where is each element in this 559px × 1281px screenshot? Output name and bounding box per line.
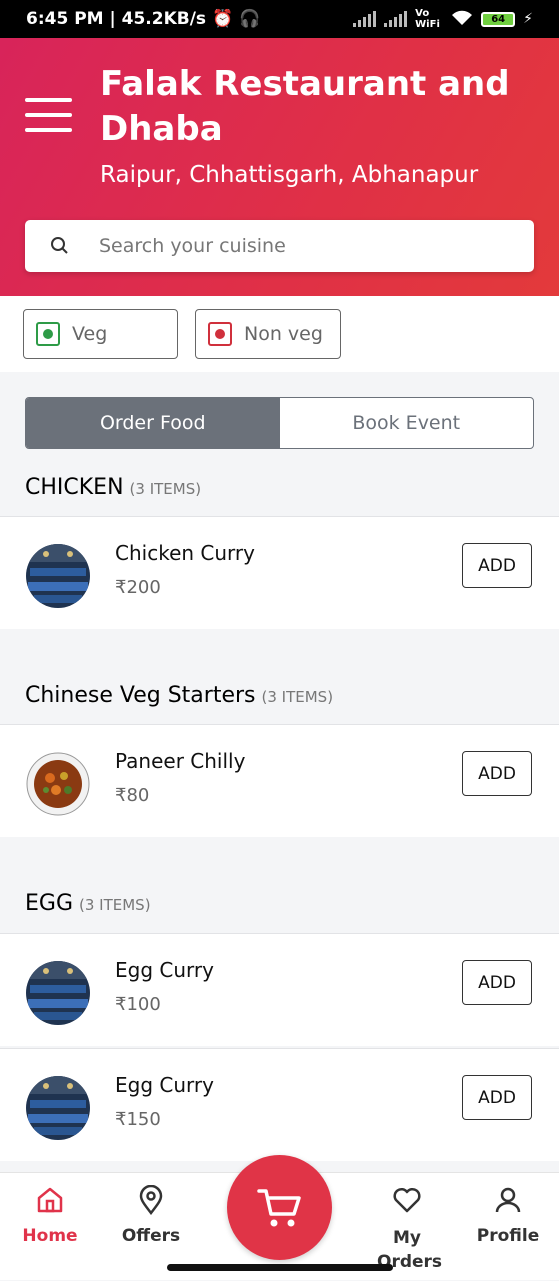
list-item: Egg Curry ₹100 ADD bbox=[0, 933, 559, 1046]
category-count: (3 ITEMS) bbox=[261, 688, 334, 706]
add-button[interactable]: ADD bbox=[462, 960, 532, 1005]
nonveg-filter-label: Non veg bbox=[244, 323, 323, 345]
veg-filter-label: Veg bbox=[72, 323, 108, 345]
search-bar[interactable] bbox=[25, 220, 534, 272]
home-icon bbox=[37, 1187, 63, 1213]
category-title: CHICKEN (3 ITEMS) bbox=[25, 475, 201, 500]
nonveg-filter[interactable]: Non veg bbox=[195, 309, 341, 359]
list-item: Paneer Chilly ₹80 ADD bbox=[0, 724, 559, 837]
nav-offers-label: Offers bbox=[121, 1226, 181, 1246]
search-input[interactable] bbox=[99, 235, 499, 257]
wifi-icon bbox=[451, 10, 473, 29]
cart-button[interactable] bbox=[227, 1155, 332, 1260]
status-bar: 6:45 PM | 45.2KB/s ⏰ 🎧 Vo WiFi 64 ⚡ bbox=[0, 0, 559, 38]
nav-offers[interactable]: Offers bbox=[101, 1184, 201, 1246]
list-item: Chicken Curry ₹200 ADD bbox=[0, 516, 559, 629]
home-indicator bbox=[167, 1264, 393, 1271]
add-button[interactable]: ADD bbox=[462, 751, 532, 796]
food-image bbox=[26, 544, 90, 608]
nav-profile-label: Profile bbox=[476, 1226, 540, 1246]
nav-home-label: Home bbox=[22, 1226, 78, 1246]
food-image bbox=[26, 1076, 90, 1140]
diet-filters: Veg Non veg bbox=[0, 296, 559, 372]
charging-icon: ⚡ bbox=[523, 11, 533, 27]
restaurant-name: Falak Restaurant and Dhaba bbox=[100, 64, 510, 149]
add-button[interactable]: ADD bbox=[462, 1075, 532, 1120]
add-button[interactable]: ADD bbox=[462, 543, 532, 588]
category-name: EGG bbox=[25, 891, 73, 916]
item-price: ₹100 bbox=[115, 994, 161, 1015]
tab-book-event[interactable]: Book Event bbox=[280, 398, 534, 448]
item-name: Egg Curry bbox=[115, 958, 214, 982]
signal-icon-2 bbox=[384, 11, 408, 27]
search-icon bbox=[25, 236, 95, 256]
category-count: (3 ITEMS) bbox=[79, 896, 151, 914]
restaurant-header: Falak Restaurant and Dhaba Raipur, Chhat… bbox=[0, 38, 559, 296]
heart-icon bbox=[393, 1187, 421, 1213]
item-price: ₹80 bbox=[115, 785, 150, 806]
cart-icon bbox=[256, 1188, 301, 1226]
category-name: CHICKEN bbox=[25, 475, 124, 500]
food-image bbox=[26, 752, 90, 816]
veg-icon bbox=[36, 322, 60, 346]
tab-order-food[interactable]: Order Food bbox=[26, 398, 280, 448]
headphones-icon: 🎧 bbox=[239, 9, 261, 29]
signal-icon bbox=[353, 11, 377, 27]
category-name: Chinese Veg Starters bbox=[25, 683, 256, 708]
item-name: Chicken Curry bbox=[115, 541, 255, 565]
nav-profile[interactable]: Profile bbox=[458, 1185, 558, 1246]
food-image bbox=[26, 961, 90, 1025]
battery-icon: 64 bbox=[481, 11, 516, 27]
category-count: (3 ITEMS) bbox=[129, 480, 202, 498]
list-item: Egg Curry ₹150 ADD bbox=[0, 1048, 559, 1161]
veg-filter[interactable]: Veg bbox=[23, 309, 178, 359]
vowifi-label: Vo WiFi bbox=[415, 8, 440, 30]
location-pin-icon bbox=[139, 1184, 163, 1216]
user-icon bbox=[495, 1187, 521, 1213]
item-price: ₹200 bbox=[115, 577, 161, 598]
category-title: Chinese Veg Starters (3 ITEMS) bbox=[25, 683, 333, 708]
nav-home[interactable]: Home bbox=[0, 1185, 100, 1246]
status-time: 6:45 PM | 45.2KB/s bbox=[26, 9, 207, 29]
item-name: Egg Curry bbox=[115, 1073, 214, 1097]
nonveg-icon bbox=[208, 322, 232, 346]
menu-icon[interactable] bbox=[25, 98, 72, 132]
category-title: EGG (3 ITEMS) bbox=[25, 891, 151, 916]
mode-toggle: Order Food Book Event bbox=[25, 397, 534, 449]
alarm-icon: ⏰ bbox=[212, 9, 234, 29]
item-name: Paneer Chilly bbox=[115, 749, 246, 773]
item-price: ₹150 bbox=[115, 1109, 161, 1130]
restaurant-location: Raipur, Chhattisgarh, Abhanapur bbox=[100, 162, 479, 188]
